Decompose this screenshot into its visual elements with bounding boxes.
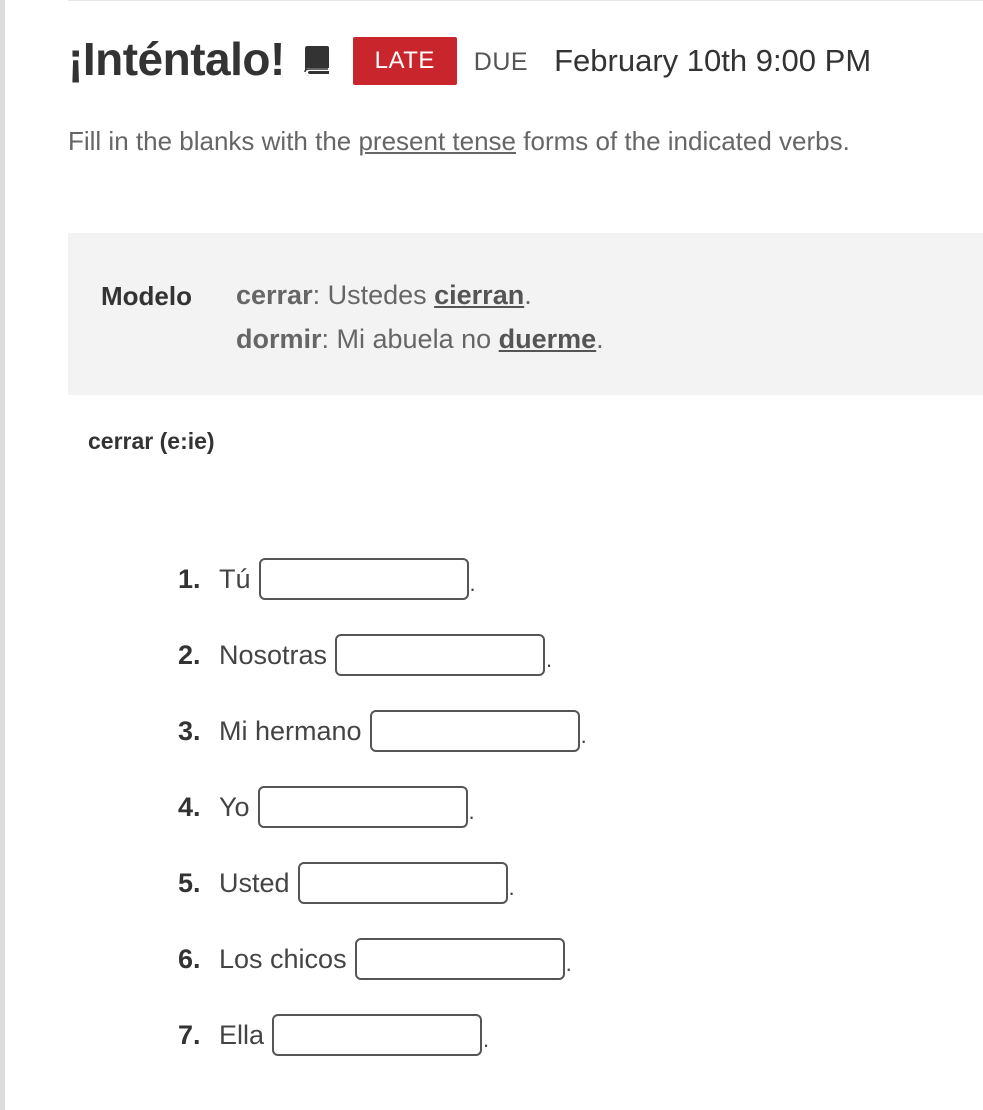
question-item-1: 1. Tú . — [178, 557, 476, 601]
answer-input-2[interactable] — [335, 634, 546, 676]
model-label: Modelo — [101, 281, 192, 311]
item-period: . — [580, 723, 587, 748]
item-period: . — [469, 571, 476, 596]
question-item-4: 4. Yo . — [178, 785, 475, 829]
verb-heading: cerrar (e:ie) — [88, 428, 215, 454]
book-icon[interactable] — [303, 44, 331, 78]
model-end: . — [596, 324, 604, 354]
model-sentence: : Ustedes — [312, 280, 435, 310]
model-example: dormir: Mi abuela no duerme. — [236, 324, 604, 355]
top-divider — [68, 0, 983, 1]
question-item-2: 2. Nosotras . — [178, 633, 552, 677]
item-subject: Usted — [219, 867, 290, 898]
model-verb: dormir — [236, 324, 322, 354]
item-number: 6. — [178, 943, 201, 974]
item-subject: Ella — [219, 1019, 265, 1050]
item-number: 5. — [178, 867, 201, 898]
model-example: cerrar: Ustedes cierran. — [236, 280, 532, 311]
answer-input-3[interactable] — [369, 710, 580, 752]
model-sentence: : Mi abuela no — [321, 324, 499, 354]
model-example-box: Modelo cerrar: Ustedes cierran. dormir: … — [68, 233, 983, 395]
late-status-badge: LATE — [352, 37, 457, 85]
answer-input-6[interactable] — [354, 938, 565, 980]
item-period: . — [468, 799, 475, 824]
exercise-header: ¡Inténtalo! LATE DUE February 10th 9:00 … — [68, 28, 871, 90]
due-label: DUE — [473, 47, 529, 76]
instructions-text-before: Fill in the blanks with the — [68, 126, 359, 156]
item-period: . — [546, 647, 553, 672]
page-title: ¡Inténtalo! — [68, 33, 285, 85]
present-tense-link[interactable]: present tense — [358, 126, 516, 156]
exercise-page: ¡Inténtalo! LATE DUE February 10th 9:00 … — [0, 0, 983, 1110]
item-number: 3. — [178, 715, 201, 746]
item-number: 7. — [178, 1019, 201, 1050]
question-item-3: 3. Mi hermano . — [178, 709, 587, 753]
answer-input-4[interactable] — [257, 786, 468, 828]
item-subject: Nosotras — [219, 639, 328, 670]
item-number: 1. — [178, 563, 201, 594]
model-verb: cerrar — [236, 280, 313, 310]
instructions-text-after: forms of the indicated verbs. — [516, 126, 850, 156]
item-number: 2. — [178, 639, 201, 670]
left-border — [0, 0, 5, 1110]
item-subject: Tú — [219, 563, 251, 594]
due-date: February 10th 9:00 PM — [554, 43, 872, 78]
answer-input-1[interactable] — [258, 558, 469, 600]
answer-input-7[interactable] — [272, 1014, 483, 1056]
instructions: Fill in the blanks with the present tens… — [68, 126, 850, 157]
item-period: . — [565, 951, 572, 976]
item-period: . — [483, 1027, 490, 1052]
item-subject: Los chicos — [219, 943, 347, 974]
item-period: . — [508, 875, 515, 900]
question-item-5: 5. Usted . — [178, 861, 515, 905]
question-item-6: 6. Los chicos . — [178, 937, 572, 981]
item-subject: Yo — [219, 791, 250, 822]
model-answer: duerme — [498, 324, 597, 354]
item-number: 4. — [178, 791, 201, 822]
question-item-7: 7. Ella . — [178, 1013, 489, 1057]
item-subject: Mi hermano — [219, 715, 362, 746]
model-end: . — [524, 280, 532, 310]
answer-input-5[interactable] — [297, 862, 508, 904]
model-answer: cierran — [434, 280, 525, 310]
